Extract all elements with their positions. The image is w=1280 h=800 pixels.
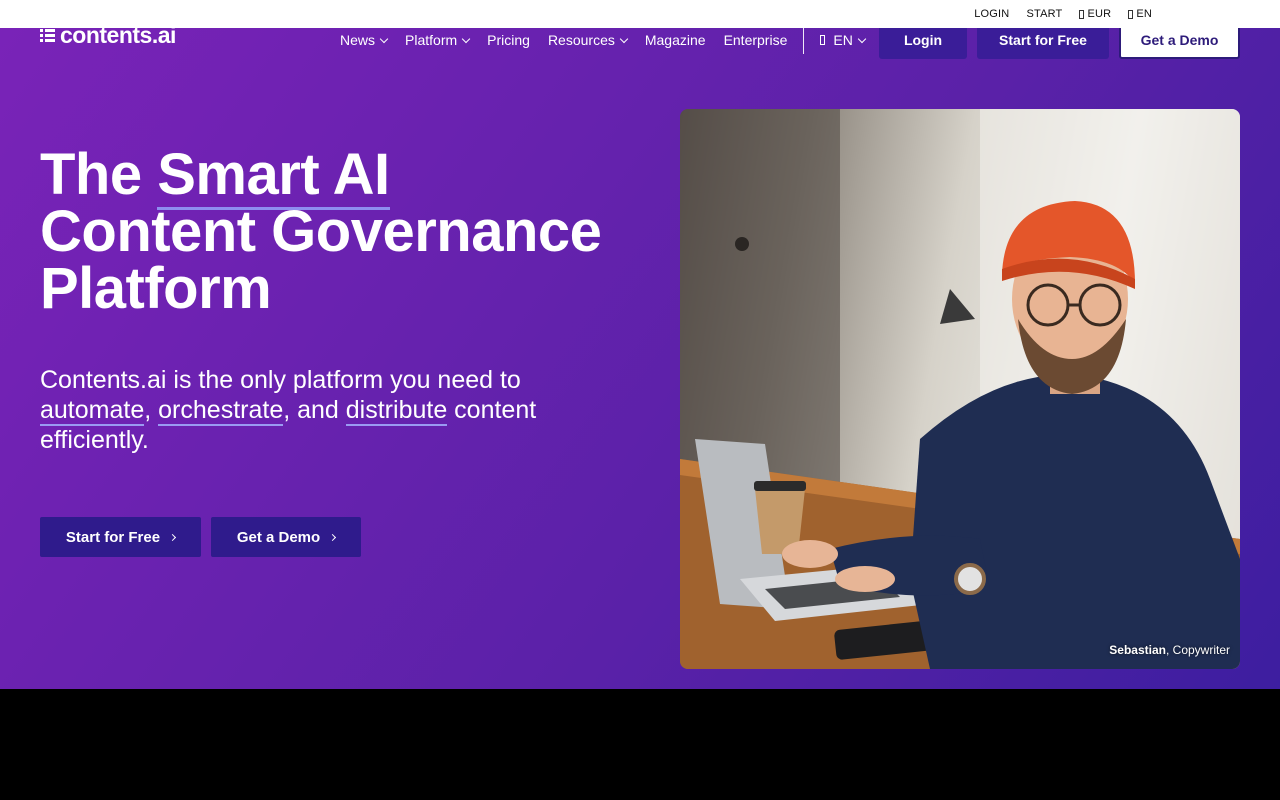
headline-text: The xyxy=(40,142,158,207)
get-demo-button[interactable]: Get a Demo xyxy=(211,517,361,557)
logo-list-icon xyxy=(40,29,55,42)
util-start-link[interactable]: START xyxy=(1026,8,1062,20)
nav-item-news[interactable]: News xyxy=(340,32,389,48)
util-language-selector[interactable]: EN xyxy=(1128,8,1152,20)
hero-photo: Sebastian, Copywriter xyxy=(680,109,1240,669)
nav-label: News xyxy=(340,32,376,48)
nav-label: Platform xyxy=(405,32,458,48)
headline-line2: Content Governance xyxy=(40,199,602,264)
currency-selector[interactable]: EUR xyxy=(1079,8,1111,20)
hero-section: contents.ai News Platform Pricing Resour… xyxy=(0,0,1280,689)
caption-role: , Copywriter xyxy=(1165,643,1230,657)
logo-text: contents.ai xyxy=(60,22,176,48)
language-label: EN xyxy=(833,32,853,48)
utility-links: LOGIN START EUR EN xyxy=(957,0,1152,28)
sub-sep: , and xyxy=(283,396,346,424)
nav-item-magazine[interactable]: Magazine xyxy=(645,32,706,48)
chevron-down-icon xyxy=(379,34,389,43)
orchestrate-link[interactable]: orchestrate xyxy=(158,396,284,426)
nav-divider xyxy=(803,26,805,54)
chevron-right-icon xyxy=(169,533,177,541)
currency-label: EUR xyxy=(1087,8,1112,20)
nav-item-platform[interactable]: Platform xyxy=(405,32,471,48)
language-label: EN xyxy=(1136,8,1152,20)
nav-item-pricing[interactable]: Pricing xyxy=(487,32,530,48)
start-for-free-button[interactable]: Start for Free xyxy=(40,517,201,557)
nav-item-resources[interactable]: Resources xyxy=(547,32,629,48)
language-selector[interactable]: EN xyxy=(820,32,867,48)
photo-caption: Sebastian, Copywriter xyxy=(1109,643,1230,657)
caption-name: Sebastian xyxy=(1109,643,1166,657)
cta-label: Start for Free xyxy=(65,528,161,546)
nav-label: Magazine xyxy=(644,32,706,48)
util-login-link[interactable]: LOGIN xyxy=(974,8,1009,20)
nav-item-enterprise[interactable]: Enterprise xyxy=(724,32,788,48)
automate-link[interactable]: automate xyxy=(40,396,145,426)
chevron-down-icon xyxy=(857,34,867,43)
currency-icon xyxy=(1079,9,1085,19)
main-nav: News Platform Pricing Resources Magazine… xyxy=(340,26,883,54)
cta-label: Get a Demo xyxy=(236,528,321,546)
page-below-hero xyxy=(0,689,1280,800)
person-at-laptop-illustration xyxy=(680,109,1240,669)
sub-sep: , xyxy=(144,396,159,424)
hero-subheadline: Contents.ai is the only platform you nee… xyxy=(40,365,600,455)
chevron-down-icon xyxy=(619,34,629,43)
sub-intro: Contents.ai is the only platform you nee… xyxy=(40,366,521,394)
chevron-down-icon xyxy=(461,34,471,43)
nav-label: Resources xyxy=(547,32,615,48)
globe-icon xyxy=(820,35,826,45)
distribute-link[interactable]: distribute xyxy=(345,396,448,426)
language-icon xyxy=(1128,9,1134,19)
utility-bar: LOGIN START EUR EN xyxy=(0,0,1280,28)
headline-line3: Platform xyxy=(40,256,272,321)
nav-label: Pricing xyxy=(487,32,530,48)
chevron-right-icon xyxy=(329,533,337,541)
logo[interactable]: contents.ai xyxy=(40,22,176,49)
hero-headline: The Smart AI Content Governance Platform xyxy=(40,142,640,318)
nav-label: Enterprise xyxy=(723,32,788,48)
